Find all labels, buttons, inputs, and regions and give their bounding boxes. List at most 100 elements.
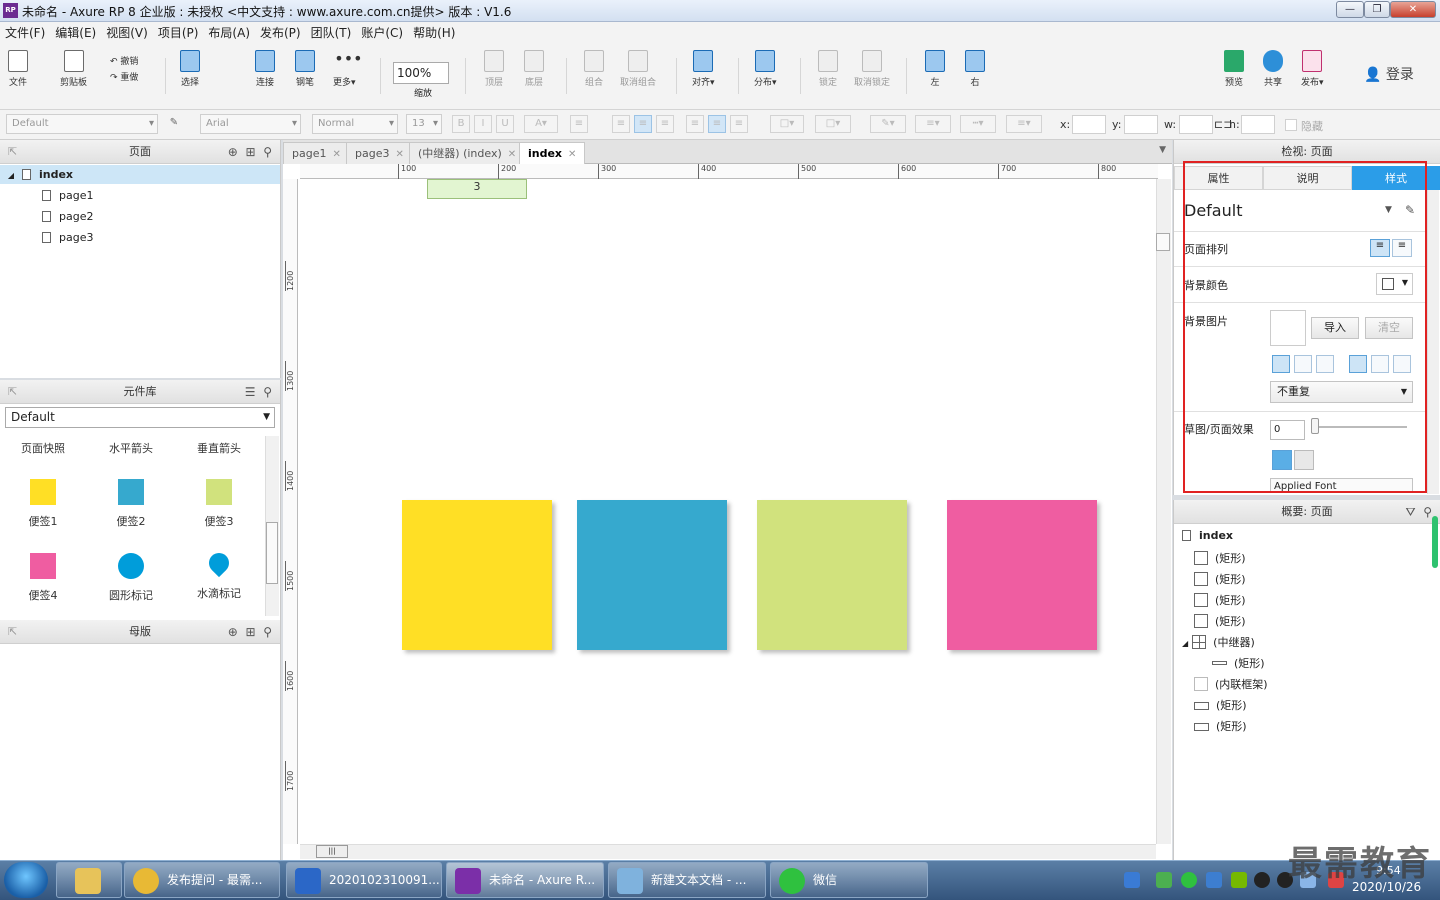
task-chrome[interactable]: 发布提问 - 最需... <box>124 862 280 898</box>
h-input[interactable] <box>1241 115 1275 134</box>
task-notepad[interactable]: 新建文本文档 - ... <box>608 862 766 898</box>
tabs-dropdown-icon[interactable]: ▼ <box>1159 145 1166 155</box>
font-weight-select[interactable]: Normal <box>312 114 398 134</box>
valign-top-button[interactable]: ≡ <box>686 115 704 133</box>
panel-pin-icon[interactable]: ⇱ <box>8 620 17 644</box>
task-word[interactable]: 2020102310091... <box>286 862 442 898</box>
tab-repeater[interactable]: (中继器) (index) ✕ <box>409 142 526 164</box>
outline-item[interactable]: (矩形) <box>1194 613 1246 629</box>
library-select[interactable]: Default ▼ <box>5 407 275 428</box>
right-panel-toggle[interactable]: 右 <box>965 50 985 88</box>
outline-item-repeater[interactable]: ◢ (中继器) <box>1182 634 1255 650</box>
maximize-button[interactable]: ❐ <box>1364 1 1390 18</box>
tab-page1[interactable]: page1 ✕ <box>283 142 350 164</box>
italic-button[interactable]: I <box>474 115 492 133</box>
menu-help[interactable]: 帮助(H) <box>408 22 460 44</box>
add-folder-icon[interactable]: ⊞ <box>246 145 256 159</box>
close-tab-icon[interactable]: ✕ <box>395 149 403 160</box>
outline-item[interactable]: (矩形) <box>1194 571 1246 587</box>
search-icon[interactable]: ⚲ <box>263 385 272 399</box>
widget-page-snapshot[interactable]: 页面快照 <box>14 440 72 456</box>
menu-team[interactable]: 团队(T) <box>306 22 357 44</box>
outline-item[interactable]: (内联框架) <box>1194 676 1268 692</box>
collapse-icon[interactable]: ◢ <box>0 166 22 185</box>
ime-icon[interactable] <box>1124 872 1140 888</box>
page-item-page2[interactable]: page2 <box>42 210 93 223</box>
search-icon[interactable]: ⚲ <box>263 145 272 159</box>
menu-file[interactable]: 文件(F) <box>0 22 50 44</box>
arrow-style-button[interactable]: ≡▾ <box>1006 115 1042 133</box>
w-input[interactable] <box>1179 115 1213 134</box>
menu-publish[interactable]: 发布(P) <box>255 22 306 44</box>
x-input[interactable] <box>1072 115 1106 134</box>
tab-page3[interactable]: page3 ✕ <box>346 142 413 164</box>
align-left-button[interactable]: ≡ <box>612 115 630 133</box>
canvas-horizontal-scrollbar[interactable] <box>300 844 1156 859</box>
align-right-button[interactable]: ≡ <box>656 115 674 133</box>
menu-layout[interactable]: 布局(A) <box>203 22 255 44</box>
outline-item[interactable]: (矩形) <box>1194 592 1246 608</box>
library-scroll-thumb[interactable] <box>266 522 278 584</box>
style-select[interactable]: Default <box>6 114 158 134</box>
add-page-icon[interactable]: ⊕ <box>228 145 238 159</box>
search-icon[interactable]: ⚲ <box>263 625 272 639</box>
sticky-note-yellow[interactable] <box>402 500 552 650</box>
lock-button[interactable]: 锁定 <box>818 50 838 88</box>
inspector-scrollbar[interactable] <box>1427 190 1439 494</box>
canvas-vertical-scrollbar[interactable] <box>1156 179 1171 844</box>
font-size-select[interactable]: 13 <box>406 114 442 134</box>
close-tab-icon[interactable]: ✕ <box>568 149 576 160</box>
select-button[interactable]: 选择 <box>180 50 200 88</box>
nvidia-icon[interactable] <box>1231 872 1247 888</box>
page-item-index[interactable]: ◢ index <box>0 165 280 184</box>
task-axure[interactable]: 未命名 - Axure R... <box>446 862 604 898</box>
sticky-note-blue[interactable] <box>577 500 727 650</box>
zoom-select[interactable]: 100% <box>393 62 449 84</box>
bullet-list-button[interactable]: ≡ <box>570 115 588 133</box>
distribute-button[interactable]: 分布▾ <box>754 50 777 88</box>
menu-project[interactable]: 项目(P) <box>153 22 204 44</box>
widget-vertical-arrow[interactable]: 垂直箭头 <box>190 440 248 456</box>
horizontal-scroll-thumb[interactable]: ||| <box>316 845 348 858</box>
y-input[interactable] <box>1124 115 1158 134</box>
fill-color-button[interactable]: □▾ <box>770 115 804 133</box>
close-tab-icon[interactable]: ✕ <box>508 149 516 160</box>
bring-to-top-button[interactable]: 顶层 <box>484 50 504 88</box>
font-color-button[interactable]: A▾ <box>524 115 558 133</box>
valign-middle-button[interactable]: ≡ <box>708 115 726 133</box>
vertical-scroll-thumb[interactable] <box>1156 233 1170 251</box>
bold-button[interactable]: B <box>452 115 470 133</box>
line-width-button[interactable]: ≡▾ <box>915 115 951 133</box>
file-button[interactable]: 文件 <box>8 50 28 88</box>
redo-button[interactable]: ↷ 重做 <box>110 70 138 83</box>
unlock-button[interactable]: 取消锁定 <box>854 50 890 88</box>
preview-button[interactable]: 预览 <box>1224 50 1244 88</box>
more-button[interactable]: ••• 更多▾ <box>333 50 363 89</box>
publish-button[interactable]: 发布▾ <box>1301 50 1324 88</box>
search-icon[interactable]: ⚲ <box>1423 505 1432 519</box>
connect-button[interactable]: 连接 <box>255 50 275 88</box>
outline-item[interactable]: (矩形) <box>1212 655 1265 671</box>
menu-view[interactable]: 视图(V) <box>101 22 153 44</box>
login-button[interactable]: 👤 登录 <box>1364 64 1414 84</box>
outline-root[interactable]: index <box>1182 529 1233 542</box>
widget-note4[interactable]: 便签4 <box>14 553 72 603</box>
widget-horizontal-arrow[interactable]: 水平箭头 <box>102 440 160 456</box>
menu-account[interactable]: 账户(C) <box>356 22 408 44</box>
panel-pin-icon[interactable]: ⇱ <box>8 380 17 404</box>
outline-item[interactable]: (矩形) <box>1194 550 1246 566</box>
share-button[interactable]: 共享 <box>1263 50 1283 88</box>
panel-pin-icon[interactable]: ⇱ <box>8 140 17 164</box>
undo-button[interactable]: ↶ 撤销 <box>110 54 138 67</box>
page-item-page1[interactable]: page1 <box>42 189 93 202</box>
widget-drop-marker[interactable]: 水滴标记 <box>190 548 248 601</box>
sticky-note-green[interactable] <box>757 500 907 650</box>
left-panel-toggle[interactable]: 左 <box>925 50 945 88</box>
hide-checkbox[interactable] <box>1285 119 1297 131</box>
line-style-button[interactable]: ┅▾ <box>960 115 996 133</box>
filter-icon[interactable]: ⛛ <box>1405 505 1415 519</box>
explorer-task[interactable] <box>56 862 122 898</box>
valign-bottom-button[interactable]: ≡ <box>730 115 748 133</box>
task-wechat[interactable]: 微信 <box>770 862 928 898</box>
clipboard-button[interactable]: 剪贴板 <box>60 50 87 88</box>
